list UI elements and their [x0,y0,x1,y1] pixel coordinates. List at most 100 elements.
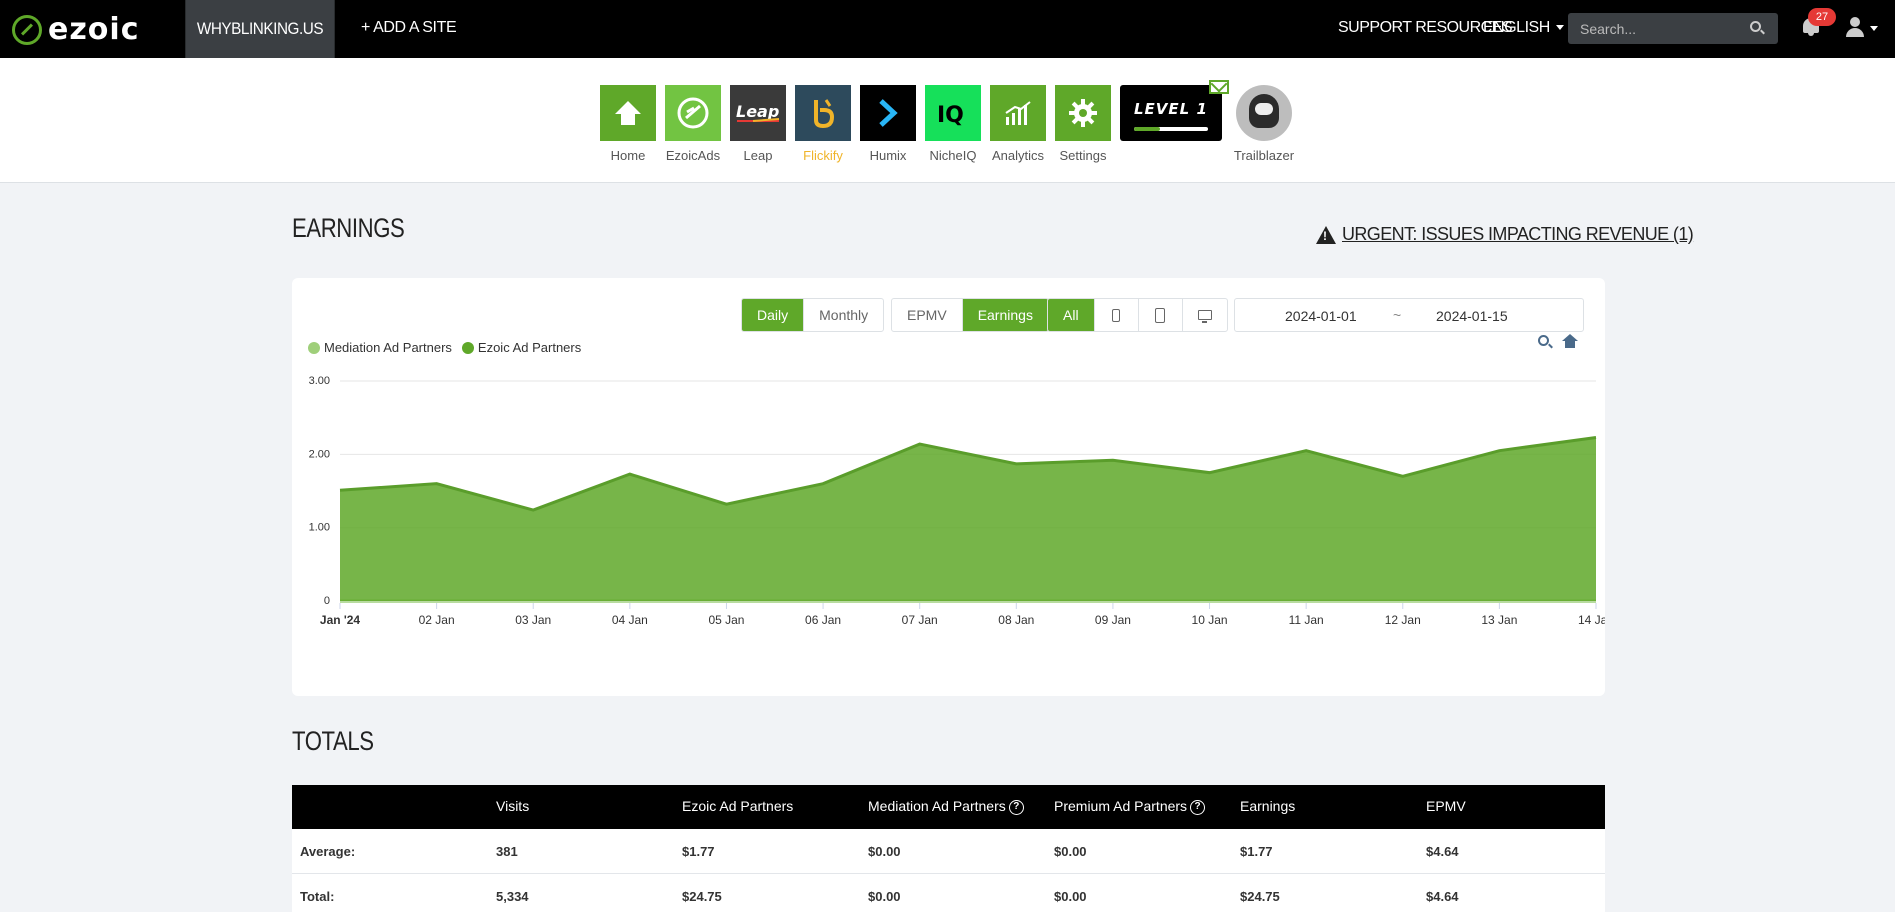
reset-zoom-home-icon[interactable] [1562,334,1578,348]
phone-icon [1112,308,1121,322]
home-icon [600,85,656,141]
y-tick-label: 0 [324,595,330,607]
monthly-button[interactable]: Monthly [804,299,883,331]
x-tick-label: 12 Jan [1385,613,1421,627]
header-ezoic-ad-partners: Ezoic Ad Partners [682,798,794,814]
legend-dot [461,341,474,354]
app-leap[interactable]: Leap Leap [730,85,786,163]
y-tick-label: 3.00 [309,375,330,387]
desktop-button[interactable] [1183,299,1227,331]
date-range-picker[interactable]: 2024-01-01 ~ 2024-01-15 [1234,298,1584,332]
app-settings[interactable]: Settings [1055,85,1111,163]
x-tick-label: 05 Jan [708,613,744,627]
earnings-area-chart: 0 1.00 2.00 3.00 Jan '24 02 Jan 03 Jan 04 Jan 05… [309,375,1605,627]
earnings-chart-card: Daily Monthly EPMV Earnings All 2024-01-… [292,278,1605,696]
mail-icon[interactable] [1209,80,1229,94]
app-flickify[interactable]: Flickify [795,85,851,163]
x-tick-label: 13 Jan [1481,613,1517,627]
table-row: Total: 5,334 $24.75 $0.00 $0.00 $24.75 $… [292,874,1605,912]
nicheiq-icon: IQ [925,85,981,141]
ezoic-logo[interactable]: ezoic [12,12,139,47]
cell-premium-ad-partners: $0.00 [1054,889,1087,904]
zoom-icon[interactable] [1538,335,1549,346]
x-tick-label: 09 Jan [1095,613,1131,627]
add-site-link[interactable]: + ADD A SITE [361,19,457,37]
phone-button[interactable] [1095,299,1139,331]
cell-mediation-ad-partners: $0.00 [868,844,901,859]
daily-button[interactable]: Daily [742,299,805,331]
y-tick-label: 1.00 [309,522,330,534]
astronaut-visor [1255,103,1273,115]
header-visits: Visits [496,798,530,814]
x-tick-label: 02 Jan [419,613,455,627]
app-trailblazer[interactable]: Trailblazer [1234,85,1294,163]
chart-legend: Mediation Ad Partners Ezoic Ad Partners [308,340,591,355]
ezoicads-icon [665,85,721,141]
level-badge[interactable]: LEVEL 1 [1120,85,1222,141]
cell-epmv: $4.64 [1426,889,1459,904]
language-label: ENGLISH [1483,19,1550,36]
notification-badge[interactable]: 27 [1808,8,1836,26]
app-launcher-bar: Home EzoicAds Leap Leap Flickify Humix I… [0,58,1895,183]
row-label: Total: [300,889,335,904]
logo-text: ezoic [48,12,140,47]
site-tab[interactable]: WHYBLINKING.US [185,0,335,58]
leap-icon: Leap [730,85,786,141]
search-icon[interactable] [1750,21,1761,32]
svg-text:Leap: Leap [736,102,779,121]
epmv-button[interactable]: EPMV [892,299,963,331]
urgent-issues-link[interactable]: URGENT: ISSUES IMPACTING REVENUE (1) [1316,224,1694,245]
date-separator: ~ [1393,307,1402,323]
legend-label: Mediation Ad Partners [324,340,452,355]
cell-earnings: $1.77 [1240,844,1273,859]
all-devices-button[interactable]: All [1048,299,1095,331]
legend-label: Ezoic Ad Partners [477,340,582,355]
language-dropdown[interactable]: ENGLISH [1483,19,1564,37]
user-icon[interactable] [1844,17,1866,39]
row-label: Average: [300,844,356,859]
level-progress-fill [1134,127,1160,131]
search-input[interactable] [1568,13,1778,44]
legend-item-mediation[interactable]: Mediation Ad Partners [308,340,452,355]
x-tick-label: 14 Jan [1578,613,1605,627]
cell-earnings: $24.75 [1240,889,1280,904]
date-to: 2024-01-15 [1436,308,1508,324]
cell-ezoic-ad-partners: $24.75 [682,889,722,904]
cell-epmv: $4.64 [1426,844,1459,859]
bell-clapper [1808,33,1814,36]
date-from: 2024-01-01 [1285,308,1357,324]
x-tick-label: 08 Jan [998,613,1034,627]
table-row: Average: 381 $1.77 $0.00 $0.00 $1.77 $4.… [292,829,1605,874]
header-premium-ad-partners: Premium Ad Partners? [1054,798,1206,815]
app-home[interactable]: Home [600,85,656,163]
help-icon[interactable]: ? [1190,799,1206,815]
top-navbar: ezoic WHYBLINKING.US + ADD A SITE SUPPOR… [0,0,1895,58]
legend-item-ezoic[interactable]: Ezoic Ad Partners [461,340,582,355]
period-toggle: Daily Monthly [741,298,885,332]
humix-icon [860,85,916,141]
user-head [1850,17,1860,27]
x-tick-label: 06 Jan [805,613,841,627]
header-mediation-ad-partners: Mediation Ad Partners? [868,798,1024,815]
app-analytics[interactable]: Analytics [990,85,1046,163]
header-label: Mediation Ad Partners [868,798,1006,814]
warning-icon [1316,225,1336,244]
app-humix[interactable]: Humix [860,85,916,163]
user-body [1846,28,1864,37]
header-earnings: Earnings [1240,798,1296,814]
x-tick-label: 11 Jan [1289,613,1324,627]
cell-ezoic-ad-partners: $1.77 [682,844,715,859]
earnings-title: EARNINGS [292,213,405,243]
astronaut-icon [1236,85,1292,141]
home-base [1565,341,1575,348]
totals-title: TOTALS [292,726,374,756]
app-nicheiq[interactable]: IQ NicheIQ [925,85,981,163]
x-tick-label: 07 Jan [902,613,938,627]
tablet-button[interactable] [1139,299,1183,331]
table-header: Visits Ezoic Ad Partners Mediation Ad Pa… [292,785,1605,829]
help-icon[interactable]: ? [1008,799,1024,815]
tablet-icon [1155,307,1166,323]
app-ezoicads[interactable]: EzoicAds [665,85,721,163]
user-menu-chevron-icon[interactable] [1870,26,1878,31]
earnings-button[interactable]: Earnings [962,299,1048,331]
